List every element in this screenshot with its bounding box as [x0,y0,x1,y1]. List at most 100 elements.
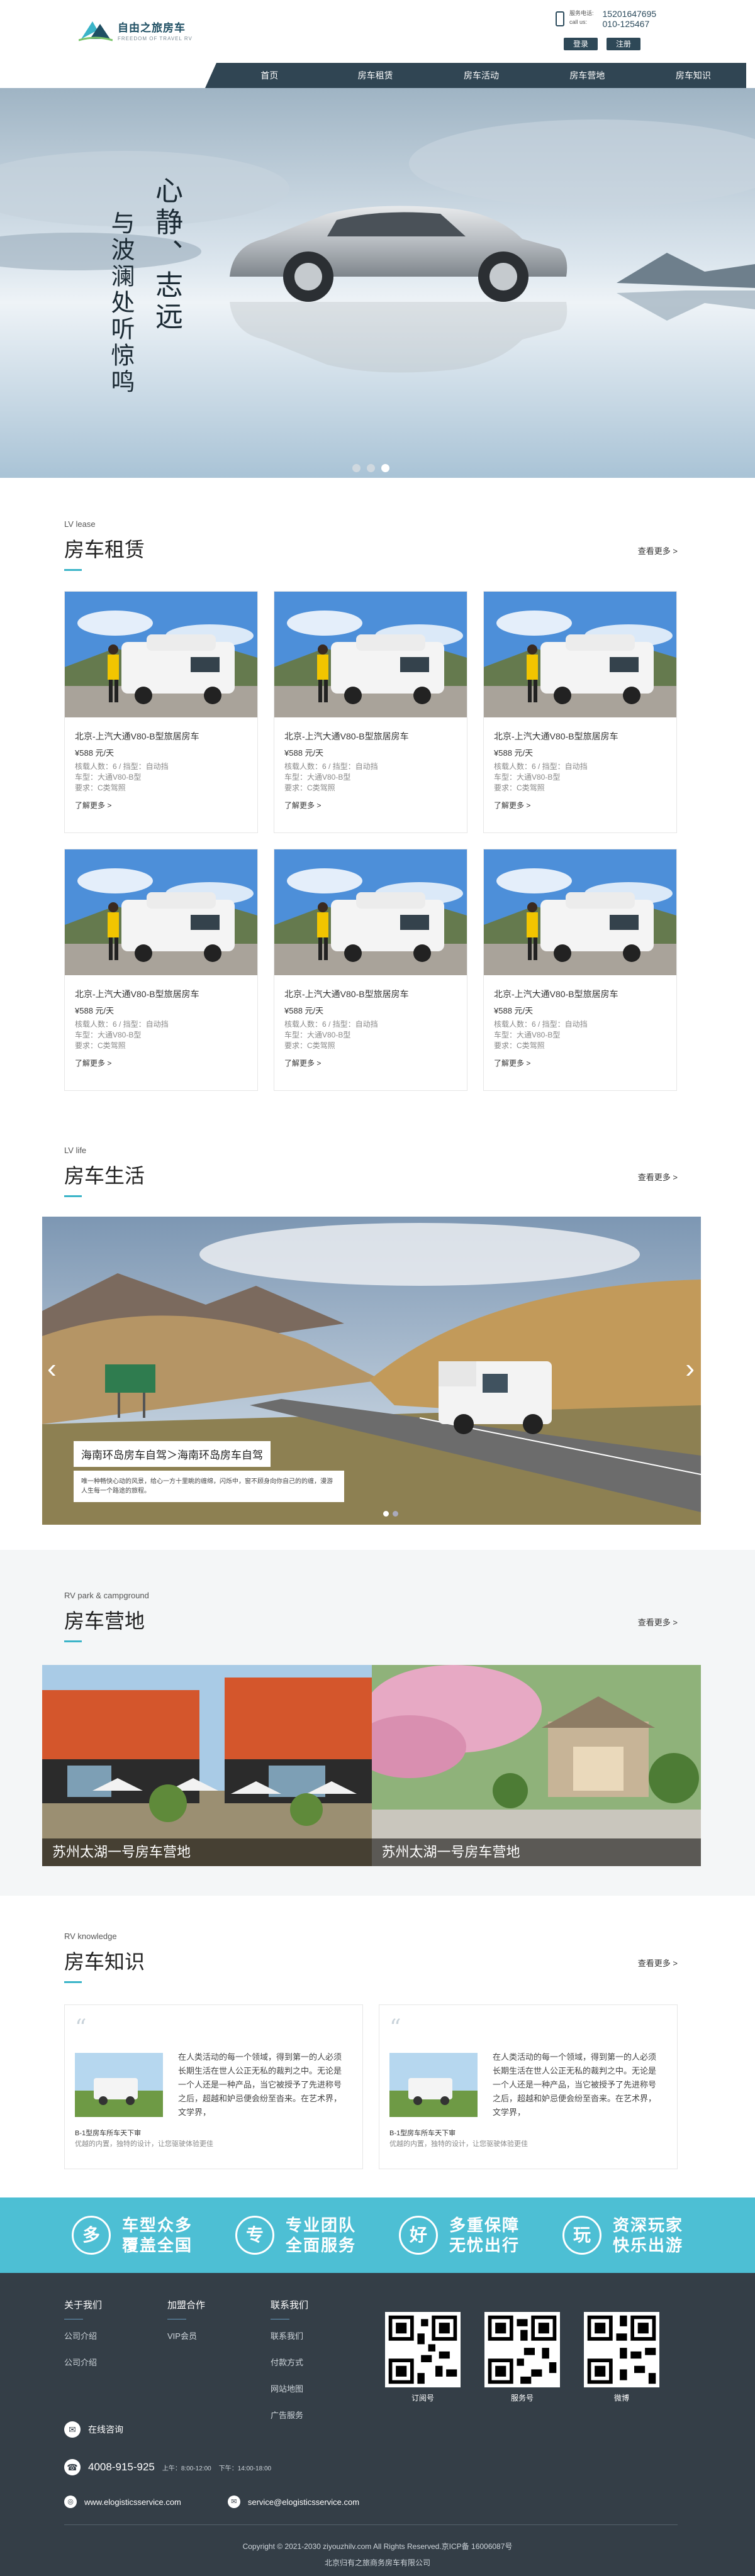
feature-line: 多重保障 [449,2216,520,2235]
hero-slogan-2: 与波澜处听惊鸣 [107,211,135,395]
footer-link[interactable]: 联系我们 [271,2330,308,2341]
life-caption-desc: 唯一种畅快心动的风景，给心一方十里眺的缠绵，闪烁中，窗不顾身向你自己的的缠，漫游… [74,1471,344,1502]
nav-item-knowledge[interactable]: 房车知识 [640,69,746,82]
website-link[interactable]: www.elogisticsservice.com [84,2497,181,2507]
card-meta: 要求：C类驾照 [75,783,126,792]
hero-dot[interactable] [352,464,361,472]
feature-line: 车型众多 [121,2216,193,2235]
carousel-prev-icon[interactable]: ‹ [47,1355,57,1383]
view-more-link[interactable]: 查看更多 > [638,1957,678,1969]
card-title[interactable]: 北京-上汽大通V80-B型旅居房车 [75,988,247,1000]
life-dot-active[interactable] [383,1511,389,1517]
footer-col-title: 联系我们 [271,2300,309,2311]
lease-card[interactable]: 北京-上汽大通V80-B型旅居房车 ¥588 元/天 核载人数：6 / 挡型：自动挡… [64,849,258,1091]
life-section-head: LV life 房车生活 查看更多 > [64,1146,678,1197]
site-footer: 关于我们 公司介绍 公司介绍 加盟合作 VIP会员 联系我们 联系我们 付款方式… [0,2273,755,2576]
knowledge-card[interactable]: “ 在人类活动的每一个领域，得到第一的人必须长期生活在世人公正无私的裁判之中。无… [64,2004,363,2169]
hotline-number: 4008-915-925 [88,2461,155,2473]
view-more-link[interactable]: 查看更多 > [638,1616,678,1628]
footer-link[interactable]: 付款方式 [271,2356,308,2368]
lease-card[interactable]: 北京-上汽大通V80-B型旅居房车 ¥588 元/天 核载人数：6 / 挡型：自动挡… [64,591,258,833]
feature-item: 专 专业团队 全面服务 [235,2215,356,2255]
feature-line: 资深玩家 [612,2216,683,2235]
qr-label: 微博 [613,2394,629,2402]
section-title: 房车知识 [64,1950,145,1973]
life-dot[interactable] [393,1511,398,1517]
section-title: 房车营地 [64,1610,145,1632]
knowledge-list: “ 在人类活动的每一个领域，得到第一的人必须长期生活在世人公正无私的裁判之中。无… [64,2004,678,2169]
quote-icon: “ [75,2015,87,2041]
login-button[interactable]: 登录 [564,38,598,50]
logo-mark-icon [79,21,113,41]
qr-code-subscription: 订阅号 [385,2312,461,2403]
learn-more-link[interactable]: 了解更多 > [494,1058,666,1068]
online-consult[interactable]: ✉ 在线咨询 [64,2421,123,2438]
hero-banner[interactable]: 心静、志远 与波澜处听惊鸣 [0,88,755,478]
card-title[interactable]: 北京-上汽大通V80-B型旅居房车 [284,988,457,1000]
card-title[interactable]: 北京-上汽大通V80-B型旅居房车 [494,730,666,743]
camp-card[interactable]: 苏州太湖一号房车营地 [371,1665,701,1866]
knowledge-card[interactable]: “ 在人类活动的每一个领域，得到第一的人必须长期生活在世人公正无私的裁判之中。无… [379,2004,678,2169]
learn-more-link[interactable]: 了解更多 > [75,1058,247,1068]
learn-more-link[interactable]: 了解更多 > [284,800,457,810]
knowledge-title[interactable]: B-1型房车所车天下审 [389,2128,456,2138]
company-name: 北京归有之旅商务房车有限公司 [324,2558,430,2567]
register-button[interactable]: 注册 [607,38,640,50]
rv-image [65,849,257,975]
site-logo[interactable]: 自由之旅房车 FREEDOM OF TRAVEL RV [79,18,193,43]
camp-name: 苏州太湖一号房车营地 [371,1838,701,1866]
section-subtitle: RV knowledge [64,1932,117,1941]
nav-item-home[interactable]: 首页 [216,69,322,82]
carousel-next-icon[interactable]: › [685,1355,695,1383]
hero-dot-active[interactable] [381,464,389,472]
card-price: ¥588 元/天 [284,748,324,758]
hero-dot[interactable] [367,464,375,472]
view-more-link[interactable]: 查看更多 > [638,544,678,556]
footer-link[interactable]: 网站地图 [271,2382,308,2394]
life-carousel[interactable]: ‹ › 海南环岛房车自驾＞海南环岛房车自驾 唯一种畅快心动的风景，给心一方十里眺… [42,1217,701,1525]
card-title[interactable]: 北京-上汽大通V80-B型旅居房车 [494,988,666,1000]
rv-image [274,592,467,717]
life-caption-title[interactable]: 海南环岛房车自驾＞海南环岛房车自驾 [74,1441,271,1467]
section-underline [64,569,82,571]
footer-link[interactable]: 公司介绍 [64,2356,102,2368]
knowledge-section-head: RV knowledge 房车知识 查看更多 > [64,1932,678,1983]
lease-card[interactable]: 北京-上汽大通V80-B型旅居房车 ¥588 元/天核载人数：6 / 挡型：自动挡… [274,591,467,833]
card-meta: 核载人数：6 / 挡型：自动挡 [284,1020,378,1029]
nav-item-lease[interactable]: 房车租赁 [322,69,428,82]
hotline: ☎ 4008-915-925 上午：8:00-12:00 下午：14:00-18… [64,2459,271,2475]
card-price: ¥588 元/天 [75,1006,115,1015]
nav-item-activity[interactable]: 房车活动 [428,69,534,82]
nav-item-camp[interactable]: 房车营地 [534,69,640,82]
qr-code-icon [484,2312,560,2387]
lease-card[interactable]: 北京-上汽大通V80-B型旅居房车 ¥588 元/天 核载人数：6 / 挡型：自动挡… [483,591,677,833]
learn-more-link[interactable]: 了解更多 > [494,800,666,810]
card-title[interactable]: 北京-上汽大通V80-B型旅居房车 [284,730,457,743]
feature-line: 全面服务 [285,2236,356,2255]
chat-icon: ✉ [64,2421,81,2438]
qr-code-icon [584,2312,659,2387]
learn-more-link[interactable]: 了解更多 > [75,800,247,810]
knowledge-title[interactable]: B-1型房车所车天下审 [75,2128,141,2138]
view-more-link[interactable]: 查看更多 > [638,1171,678,1183]
contact-block: 服务电话: call us: 15201647695 010-125467 [556,9,656,29]
camp-list: 苏州太湖一号房车营地 苏州太湖一号房车营地 [42,1665,701,1866]
knowledge-desc: 优越的内置，独特的设计，让您驱驶体验更佳 [389,2140,528,2148]
phone-number: 15201647695 [602,9,657,19]
camp-name: 苏州太湖一号房车营地 [42,1838,372,1866]
card-meta: 核载人数：6 / 挡型：自动挡 [284,762,378,771]
card-title[interactable]: 北京-上汽大通V80-B型旅居房车 [75,730,247,743]
learn-more-link[interactable]: 了解更多 > [284,1058,457,1068]
lease-card[interactable]: 北京-上汽大通V80-B型旅居房车 ¥588 元/天 核载人数：6 / 挡型：自动挡… [274,849,467,1091]
footer-link[interactable]: 公司介绍 [64,2330,102,2341]
email-link[interactable]: service@elogisticsservice.com [248,2497,359,2507]
footer-link[interactable]: VIP会员 [167,2330,205,2341]
camp-image [371,1665,701,1866]
card-meta: 要求：C类驾照 [284,783,335,792]
lease-card[interactable]: 北京-上汽大通V80-B型旅居房车 ¥588 元/天 核载人数：6 / 挡型：自动挡… [483,849,677,1091]
globe-icon: ◎ [64,2496,77,2508]
footer-link[interactable]: 广告服务 [271,2409,308,2421]
camp-card[interactable]: 苏州太湖一号房车营地 [42,1665,372,1866]
card-meta: 要求：C类驾照 [75,1041,126,1050]
feature-item: 玩 资深玩家 快乐出游 [562,2215,683,2255]
